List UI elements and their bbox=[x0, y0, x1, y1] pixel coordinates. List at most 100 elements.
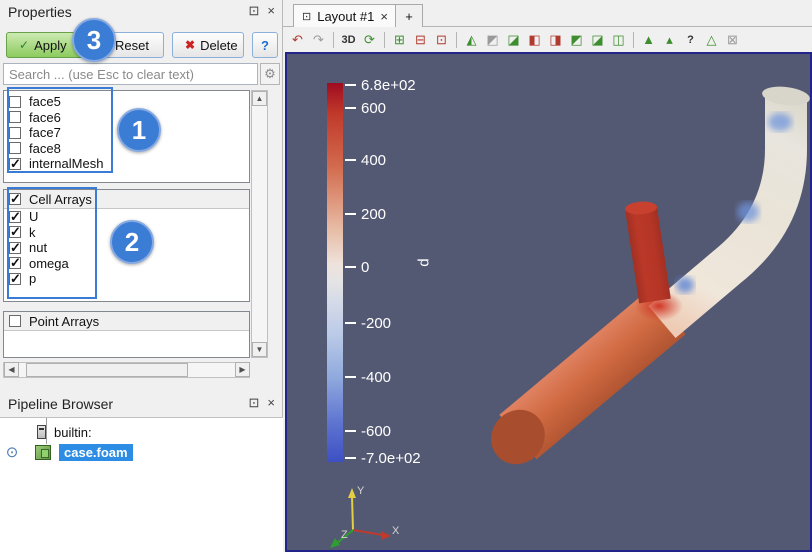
zoom-out-box-icon[interactable]: ⊟ bbox=[412, 31, 429, 48]
scroll-right-icon[interactable]: ▶ bbox=[235, 362, 250, 377]
scroll-down-icon[interactable]: ▼ bbox=[252, 342, 267, 357]
y-axis bbox=[348, 488, 356, 530]
pipeline-item-builtin[interactable]: builtin: bbox=[0, 422, 283, 442]
minus-y-view-icon[interactable]: ◪ bbox=[589, 31, 606, 48]
render-view[interactable]: 6.8e+02 600 400 200 0 -200 -400 -600 -7.… bbox=[285, 52, 812, 552]
p-label: p bbox=[29, 271, 36, 286]
context-help-icon[interactable]: ? bbox=[682, 31, 699, 48]
p-checkbox[interactable] bbox=[9, 273, 21, 285]
face8-label: face8 bbox=[29, 141, 61, 156]
zoom-closest-icon[interactable]: ◪ bbox=[505, 31, 522, 48]
toolbar-separator bbox=[384, 32, 385, 48]
y-axis-label: Y bbox=[357, 485, 365, 497]
scroll-up-icon[interactable]: ▲ bbox=[252, 91, 267, 106]
minus-x-view-icon[interactable]: ◨ bbox=[547, 31, 564, 48]
face6-label: face6 bbox=[29, 110, 61, 125]
builtin-server-icon bbox=[37, 425, 46, 439]
face8-checkbox[interactable] bbox=[9, 142, 21, 154]
properties-button-row: ✓ Apply Reset ✖ Delete ? bbox=[6, 32, 278, 58]
reset-zoom-icon[interactable]: ⊡ bbox=[433, 31, 450, 48]
toolbar-separator bbox=[333, 32, 334, 48]
reset-label: Reset bbox=[115, 38, 149, 53]
cell-arrays-label: Cell Arrays bbox=[29, 192, 92, 207]
orientation-axes-widget: Y X Z bbox=[325, 482, 403, 550]
pipeline-browser-header: Pipeline Browser ⊡ × bbox=[0, 392, 283, 416]
nut-checkbox[interactable] bbox=[9, 242, 21, 254]
nut-label: nut bbox=[29, 240, 47, 255]
list-item-internalmesh[interactable]: internalMesh bbox=[4, 156, 249, 172]
pick-center-icon[interactable]: ▴ bbox=[661, 31, 678, 48]
face5-checkbox[interactable] bbox=[9, 96, 21, 108]
scroll-left-icon[interactable]: ◀ bbox=[4, 362, 19, 377]
undo-camera-icon[interactable]: ↶ bbox=[289, 31, 306, 48]
redo-camera-icon[interactable]: ↷ bbox=[310, 31, 327, 48]
u-checkbox[interactable] bbox=[9, 211, 21, 223]
gear-icon: ⚙ bbox=[264, 66, 276, 82]
close-panel-icon[interactable]: × bbox=[267, 3, 275, 19]
tab-layout-1-label: Layout #1 bbox=[317, 9, 374, 24]
plus-icon: + bbox=[405, 9, 413, 24]
list-item-face5[interactable]: face5 bbox=[4, 94, 249, 110]
plus-x-view-icon[interactable]: ◧ bbox=[526, 31, 543, 48]
toggle-2d-3d-icon[interactable]: 3D bbox=[340, 31, 357, 48]
vertical-scrollbar[interactable]: ▲ ▼ bbox=[251, 90, 268, 358]
new-layout-tab[interactable]: + bbox=[395, 4, 423, 27]
search-options-button[interactable]: ⚙ bbox=[260, 63, 280, 85]
u-label: U bbox=[29, 209, 38, 224]
color-legend-bar[interactable] bbox=[327, 83, 343, 462]
point-arrays-header[interactable]: Point Arrays bbox=[4, 312, 249, 331]
legend-tick: 0 bbox=[345, 258, 369, 276]
search-input[interactable] bbox=[3, 63, 258, 85]
close-panel-icon[interactable]: × bbox=[267, 395, 275, 411]
pipeline-item-case-foam[interactable]: ⊙ case.foam bbox=[0, 442, 283, 462]
omega-label: omega bbox=[29, 256, 69, 271]
face7-checkbox[interactable] bbox=[9, 127, 21, 139]
legend-tick: -7.0e+02 bbox=[345, 449, 421, 467]
scrollbar-thumb[interactable] bbox=[26, 363, 188, 377]
openfoam-case-icon bbox=[35, 445, 51, 460]
float-panel-icon[interactable]: ⊡ bbox=[249, 395, 260, 411]
close-tab-icon[interactable]: × bbox=[380, 9, 388, 24]
legend-tick: 6.8e+02 bbox=[345, 76, 416, 94]
delete-button[interactable]: ✖ Delete bbox=[172, 32, 244, 58]
apply-label: Apply bbox=[34, 38, 67, 53]
plus-z-view-icon[interactable]: ◫ bbox=[610, 31, 627, 48]
horizontal-scrollbar[interactable]: ◀ ▶ bbox=[3, 362, 250, 378]
toolbar-separator bbox=[456, 32, 457, 48]
visibility-eye-icon[interactable]: ⊙ bbox=[0, 443, 24, 461]
help-button[interactable]: ? bbox=[252, 32, 278, 58]
delete-view-icon[interactable]: ⊠ bbox=[724, 31, 741, 48]
internalmesh-checkbox[interactable] bbox=[9, 158, 21, 170]
legend-tick: -400 bbox=[345, 368, 391, 386]
callout-2: 2 bbox=[110, 220, 154, 264]
toolbar-separator bbox=[633, 32, 634, 48]
x-axis-label: X bbox=[392, 525, 400, 537]
point-arrays-checkbox[interactable] bbox=[9, 315, 21, 327]
face6-checkbox[interactable] bbox=[9, 111, 21, 123]
k-checkbox[interactable] bbox=[9, 226, 21, 238]
window-icon: ⊡ bbox=[302, 10, 311, 23]
callout-1: 1 bbox=[117, 108, 161, 152]
pipeline-tree: builtin: ⊙ case.foam bbox=[0, 417, 283, 552]
zoom-in-box-icon[interactable]: ⊞ bbox=[391, 31, 408, 48]
point-arrays-group: Point Arrays bbox=[3, 311, 250, 358]
zoom-to-data-icon[interactable]: ◭ bbox=[463, 31, 480, 48]
isometric-view-icon[interactable]: ▲ bbox=[640, 31, 657, 48]
list-item-p[interactable]: p bbox=[4, 271, 249, 287]
omega-checkbox[interactable] bbox=[9, 257, 21, 269]
apply-icon: ✓ bbox=[19, 38, 29, 52]
callout-3: 3 bbox=[72, 18, 116, 62]
cell-arrays-checkbox[interactable] bbox=[9, 193, 21, 205]
left-dock: Properties ⊡ × ✓ Apply Reset ✖ Delete ? bbox=[0, 0, 283, 552]
adjust-camera-icon[interactable]: ⟳ bbox=[361, 31, 378, 48]
plus-y-view-icon[interactable]: ◩ bbox=[568, 31, 585, 48]
zoom-to-box-icon[interactable]: ◩ bbox=[484, 31, 501, 48]
legend-title: p bbox=[417, 258, 434, 266]
cell-arrays-header[interactable]: Cell Arrays bbox=[4, 190, 249, 209]
camera-toolbar: ↶ ↷ 3D ⟳ ⊞ ⊟ ⊡ ◭ ◩ ◪ ◧ ◨ ◩ ◪ ◫ ▲ ▴ ? △ ⊠ bbox=[283, 27, 812, 52]
point-arrays-label: Point Arrays bbox=[29, 314, 99, 329]
float-panel-icon[interactable]: ⊡ bbox=[249, 3, 260, 19]
tab-layout-1[interactable]: ⊡ Layout #1 × bbox=[293, 4, 397, 27]
reset-center-icon[interactable]: △ bbox=[703, 31, 720, 48]
help-icon: ? bbox=[261, 38, 269, 53]
